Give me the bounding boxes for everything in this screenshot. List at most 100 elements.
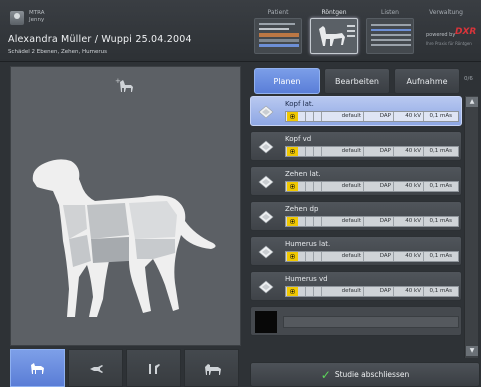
- nav-roentgen[interactable]: Röntgen: [306, 8, 362, 56]
- nav-verwaltung[interactable]: Verwaltung: [418, 8, 474, 28]
- view-tabs: [10, 349, 241, 387]
- kv-value: 40 kV: [394, 147, 424, 156]
- tab-aufnahme[interactable]: Aufnahme: [394, 68, 460, 94]
- kv-value: 40 kV: [394, 112, 424, 121]
- nav-verwaltung-label: Verwaltung: [429, 9, 463, 16]
- view-horse-button[interactable]: [184, 349, 239, 387]
- cassette-icon: [258, 210, 274, 224]
- mas-value: 0,1 mAs: [429, 183, 452, 189]
- radiation-icon: [287, 182, 298, 191]
- exposure-settings-bar[interactable]: default DAP 40 kV 0,1 mAs: [285, 181, 459, 192]
- nav-listen[interactable]: Listen: [362, 8, 418, 56]
- user-name: Jenny: [29, 17, 45, 23]
- cassette-icon: [258, 140, 274, 154]
- kv-value: 40 kV: [394, 287, 424, 296]
- exposure-row[interactable]: Zehen dp default DAP 40 kV 0,1 mAs: [250, 201, 462, 231]
- nav-listen-thumbnail: [366, 18, 414, 54]
- brand-tagline: powered by: [426, 32, 456, 38]
- nav-patient[interactable]: Patient: [250, 8, 306, 56]
- exposure-name: Humerus vd: [285, 275, 328, 283]
- kv-value: 40 kV: [394, 217, 424, 226]
- nav-roentgen-thumbnail: [310, 18, 358, 54]
- tab-planen[interactable]: Planen: [254, 68, 320, 94]
- user-icon: [10, 11, 24, 25]
- dog-dorsal-icon: [90, 365, 103, 373]
- view-limb-button[interactable]: [126, 349, 181, 387]
- preset-value: default: [322, 147, 364, 156]
- brand-subtitle: Ihre Praxis für Röntgen: [426, 41, 472, 46]
- brand-logo: DXR: [455, 27, 477, 37]
- exposure-row[interactable]: Kopf lat. default DAP 40 kV 0,1 mAs: [250, 96, 462, 126]
- preset-value: default: [322, 112, 364, 121]
- cassette-icon: [258, 245, 274, 259]
- dog-limb-icon: [149, 364, 160, 374]
- kv-value: 40 kV: [394, 252, 424, 261]
- tab-bearbeiten[interactable]: Bearbeiten: [324, 68, 390, 94]
- cassette-icon: [258, 280, 274, 294]
- dap-value: DAP: [364, 147, 394, 156]
- empty-settings-bar: [283, 316, 459, 328]
- preset-value: default: [322, 252, 364, 261]
- workflow-tabs: Planen Bearbeiten Aufnahme: [250, 66, 480, 96]
- exposure-settings-bar[interactable]: default DAP 40 kV 0,1 mAs: [285, 146, 459, 157]
- view-dorsal-button[interactable]: [68, 349, 123, 387]
- exposure-name: Kopf vd: [285, 135, 312, 143]
- radiation-icon: [287, 112, 298, 121]
- anatomy-panel: +: [10, 66, 241, 346]
- exposure-name: Zehen dp: [285, 205, 319, 213]
- exposure-row[interactable]: Kopf vd default DAP 40 kV 0,1 mAs: [250, 131, 462, 161]
- checkmark-icon: ✓: [320, 367, 331, 382]
- exposure-settings-bar[interactable]: default DAP 40 kV 0,1 mAs: [285, 216, 459, 227]
- cassette-icon: [258, 105, 274, 119]
- finish-study-label: Studie abschliessen: [334, 370, 410, 379]
- preset-value: default: [322, 217, 364, 226]
- list-scrollbar[interactable]: ▲ ▼: [464, 96, 478, 358]
- exposure-row[interactable]: Humerus vd default DAP 40 kV 0,1 mAs: [250, 271, 462, 301]
- dap-value: DAP: [364, 287, 394, 296]
- mas-value: 0,1 mAs: [429, 113, 452, 119]
- dap-value: DAP: [364, 217, 394, 226]
- page-indicator: 0/6: [464, 76, 473, 82]
- exposure-settings-bar[interactable]: default DAP 40 kV 0,1 mAs: [285, 111, 459, 122]
- horse-icon: [205, 364, 221, 375]
- exposure-settings-bar[interactable]: default DAP 40 kV 0,1 mAs: [285, 286, 459, 297]
- dap-value: DAP: [364, 252, 394, 261]
- mas-value: 0,1 mAs: [429, 288, 452, 294]
- exposure-name: Kopf lat.: [285, 100, 314, 108]
- nav-patient-thumbnail: [254, 18, 302, 54]
- study-description: Schädel 2 Ebenen, Zehen, Humerus: [8, 49, 107, 55]
- radiation-icon: [287, 287, 298, 296]
- nav-patient-label: Patient: [267, 9, 289, 16]
- exposure-name: Humerus lat.: [285, 240, 331, 248]
- exposure-settings-bar[interactable]: default DAP 40 kV 0,1 mAs: [285, 251, 459, 262]
- cassette-icon: [258, 175, 274, 189]
- exposure-list: Kopf lat. default DAP 40 kV 0,1 mAs Kopf…: [250, 96, 462, 356]
- mas-value: 0,1 mAs: [429, 218, 452, 224]
- radiation-icon: [287, 217, 298, 226]
- nav-roentgen-label: Röntgen: [321, 9, 347, 16]
- exposure-row[interactable]: Humerus lat. default DAP 40 kV 0,1 mAs: [250, 236, 462, 266]
- dog-thumbnail-icon[interactable]: [119, 79, 135, 93]
- patient-title: Alexandra Müller / Wuppi 25.04.2004: [8, 34, 192, 45]
- empty-exposure-row[interactable]: [250, 306, 462, 336]
- dog-lateral-icon: [31, 363, 44, 374]
- dap-value: DAP: [364, 112, 394, 121]
- radiation-icon: [287, 252, 298, 261]
- empty-thumbnail: [255, 311, 277, 333]
- mas-value: 0,1 mAs: [429, 253, 452, 259]
- finish-study-button[interactable]: ✓ Studie abschliessen: [250, 362, 480, 387]
- exposure-name: Zehen lat.: [285, 170, 321, 178]
- dap-value: DAP: [364, 182, 394, 191]
- exposure-row[interactable]: Zehen lat. default DAP 40 kV 0,1 mAs: [250, 166, 462, 196]
- kv-value: 40 kV: [394, 182, 424, 191]
- user-role: MTRA: [29, 10, 45, 16]
- scroll-up-icon[interactable]: ▲: [466, 97, 478, 107]
- mas-value: 0,1 mAs: [429, 148, 452, 154]
- dog-anatomy-icon[interactable]: [25, 149, 225, 329]
- scroll-down-icon[interactable]: ▼: [466, 346, 478, 356]
- preset-value: default: [322, 182, 364, 191]
- view-lateral-button[interactable]: [10, 349, 65, 387]
- preset-value: default: [322, 287, 364, 296]
- nav-listen-label: Listen: [381, 9, 399, 16]
- header: MTRA Jenny Alexandra Müller / Wuppi 25.0…: [0, 0, 481, 62]
